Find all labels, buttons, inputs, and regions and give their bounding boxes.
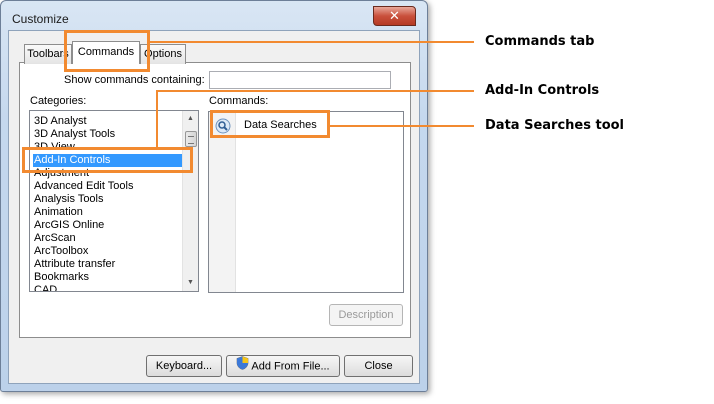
category-item[interactable]: CAD: [33, 284, 183, 291]
search-label: Show commands containing:: [64, 74, 205, 86]
callout-add-in-controls: Add-In Controls: [485, 83, 600, 98]
commands-tab-leader-line: [150, 41, 474, 43]
categories-label: Categories:: [30, 95, 87, 107]
category-item[interactable]: Animation: [33, 206, 183, 219]
dialog-title: Customize: [12, 12, 69, 26]
keyboard-button[interactable]: Keyboard...: [146, 355, 222, 377]
commands-icon-gutter: [209, 112, 236, 292]
data-searches-highlight: [210, 110, 330, 138]
add-in-controls-leader-line: [157, 90, 474, 92]
close-button[interactable]: Close: [344, 355, 413, 377]
category-item[interactable]: 3D Analyst: [33, 115, 183, 128]
categories-scrollbar[interactable]: ▲ ▼: [182, 111, 198, 291]
callout-commands-tab: Commands tab: [485, 34, 595, 49]
category-item[interactable]: Advanced Edit Tools: [33, 180, 183, 193]
callout-data-searches-tool: Data Searches tool: [485, 118, 625, 133]
add-in-controls-leader-vline: [156, 90, 158, 148]
categories-list[interactable]: 3D Analyst 3D Analyst Tools 3D View Add-…: [29, 110, 199, 292]
category-item[interactable]: Bookmarks: [33, 271, 183, 284]
add-in-controls-highlight: [22, 147, 193, 173]
category-item[interactable]: ArcScan: [33, 232, 183, 245]
commands-list[interactable]: Data Searches: [208, 111, 404, 293]
category-item[interactable]: Attribute transfer: [33, 258, 183, 271]
scrollbar-thumb[interactable]: [185, 131, 197, 147]
data-searches-leader-line: [330, 125, 474, 127]
scroll-up-arrow-icon[interactable]: ▲: [186, 114, 195, 123]
category-item[interactable]: ArcToolbox: [33, 245, 183, 258]
add-from-file-button[interactable]: Add From File...: [226, 355, 340, 377]
uac-shield-icon: [236, 356, 249, 377]
tab-commands[interactable]: Commands: [72, 41, 140, 64]
search-input[interactable]: [209, 71, 391, 89]
category-item[interactable]: 3D Analyst Tools: [33, 128, 183, 141]
close-window-button[interactable]: ✕: [373, 6, 416, 26]
add-from-file-label: Add From File...: [251, 360, 330, 373]
category-item[interactable]: ArcGIS Online: [33, 219, 183, 232]
category-item[interactable]: Analysis Tools: [33, 193, 183, 206]
description-button[interactable]: Description: [329, 304, 403, 326]
commands-label: Commands:: [209, 95, 269, 107]
scroll-down-arrow-icon[interactable]: ▼: [186, 278, 195, 287]
